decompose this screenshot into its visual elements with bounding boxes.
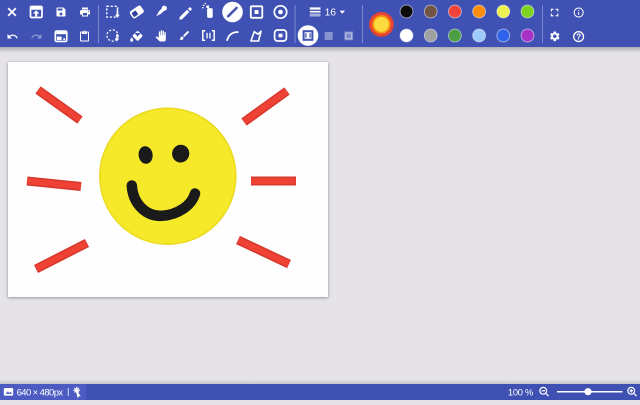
svg-text:16: 16 [325,8,337,19]
svg-text:640 × 480px: 640 × 480px [17,387,64,398]
svg-text:?: ? [576,33,581,42]
svg-text:100 %: 100 % [508,386,533,397]
